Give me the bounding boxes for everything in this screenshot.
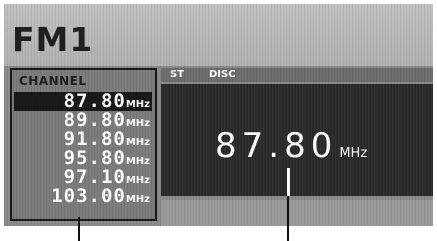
- channel-list-panel: CHANNEL 87.80MHz 89.80MHz 91.80MHz 95.80…: [10, 68, 157, 221]
- radio-screen: FM1 CHANNEL 87.80MHz 89.80MHz 91.80MHz 9…: [4, 4, 433, 226]
- channel-unit: MHz: [125, 99, 150, 110]
- channel-unit: MHz: [125, 137, 150, 148]
- status-strip: ST DISC: [161, 68, 433, 82]
- channel-freq: 103.00: [51, 185, 126, 207]
- frequency-display: 87.80 MHz: [161, 84, 433, 196]
- band-header: FM1: [4, 4, 433, 66]
- callout-line-channel: [78, 217, 80, 241]
- channel-item[interactable]: 103.00MHz: [14, 187, 152, 206]
- tuning-cursor: [287, 168, 290, 196]
- current-frequency: 87.80 MHz: [215, 126, 367, 166]
- lower-band: [161, 200, 433, 226]
- channel-unit: MHz: [125, 175, 150, 186]
- callout-line-frequency: [287, 196, 289, 241]
- disc-indicator: DISC: [209, 69, 236, 80]
- channel-unit: MHz: [125, 194, 150, 205]
- band-label: FM1: [12, 20, 94, 59]
- current-frequency-unit: MHz: [339, 146, 368, 161]
- channel-list-title: CHANNEL: [19, 74, 87, 88]
- current-frequency-value: 87.80: [215, 126, 338, 166]
- channel-list: 87.80MHz 89.80MHz 91.80MHz 95.80MHz 97.1…: [14, 92, 152, 206]
- channel-unit: MHz: [125, 118, 150, 129]
- stereo-indicator: ST: [170, 69, 185, 80]
- channel-unit: MHz: [125, 156, 150, 167]
